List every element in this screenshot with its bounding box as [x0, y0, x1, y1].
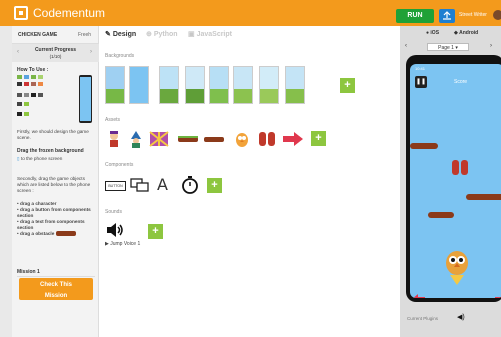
background-thumbnail[interactable]: [185, 66, 205, 104]
background-thumbnail[interactable]: [259, 66, 279, 104]
chicken-asset-icon[interactable]: [233, 130, 251, 148]
chat-component-icon[interactable]: [129, 176, 151, 194]
platform-asset-icon[interactable]: [177, 130, 199, 148]
divider: [17, 276, 95, 277]
components-label: Components: [105, 162, 134, 168]
platform-switcher: ● iOS ◆ Android: [400, 27, 501, 39]
progress-row: ‹ Current Progress (1/10) ›: [12, 44, 99, 62]
progress-count: (1/10): [49, 54, 62, 59]
background-thumbnail[interactable]: [209, 66, 229, 104]
obstacle-asset-icon[interactable]: [203, 130, 225, 148]
background-thumbnail[interactable]: [233, 66, 253, 104]
score-label: Score: [454, 79, 468, 85]
background-thumbnail[interactable]: [285, 66, 305, 104]
chevron-down-icon: ▾: [455, 45, 458, 51]
character-asset-icon[interactable]: [105, 130, 123, 148]
mission-label: Mission 1: [17, 269, 40, 275]
sounds-label: Sounds: [105, 209, 122, 215]
python-icon: ⊕: [146, 31, 152, 38]
pause-icon[interactable]: ❚❚: [415, 76, 427, 88]
platform[interactable]: [466, 194, 501, 200]
step2-list: • drag a character • drag a button from …: [17, 201, 97, 237]
add-component-button[interactable]: +: [207, 178, 222, 193]
tab-design[interactable]: ✎ Design: [105, 30, 136, 38]
android-option[interactable]: ◆ Android: [454, 30, 478, 36]
how-to-phone-icon: [79, 75, 92, 123]
tab-chicken-game[interactable]: CHICKEN GAME: [18, 32, 57, 38]
arrow-right-control-icon[interactable]: [494, 294, 501, 298]
assets-label: Assets: [105, 117, 121, 123]
current-plugins-label: Current Plugins: [407, 316, 439, 321]
preview-panel: ● iOS ◆ Android ‹ Page 1 ▾ › 10:41 ❚❚ Sc…: [400, 26, 501, 337]
background-thumbnail[interactable]: [105, 66, 125, 104]
add-asset-button[interactable]: +: [311, 131, 326, 146]
arrow-asset-icon[interactable]: [282, 130, 304, 148]
list-item: • drag a obstacle: [17, 231, 97, 237]
step1-title: Drag the frozen background: [17, 148, 84, 154]
top-bar: Codementum RUN Street Writer: [0, 0, 501, 26]
add-sound-button[interactable]: +: [148, 224, 163, 239]
backgrounds-label: Backgrounds: [105, 53, 135, 59]
list-item: • drag a button from components section: [17, 207, 91, 218]
step2-intro: Secondly, drag the game objects which ar…: [17, 176, 91, 193]
speaker-icon[interactable]: [105, 222, 125, 238]
chevron-right-icon[interactable]: ›: [490, 43, 492, 49]
page-select[interactable]: Page 1 ▾: [427, 43, 469, 51]
upload-icon: [443, 11, 451, 20]
platform[interactable]: [428, 212, 454, 218]
codementum-logo-icon: [14, 6, 28, 20]
chevron-left-icon[interactable]: ‹: [405, 43, 407, 49]
intro-text: Firstly, we should design the game scene…: [17, 129, 89, 140]
background-thumbnail[interactable]: [129, 66, 149, 104]
step1-rest: to the phone screen: [20, 156, 63, 161]
page-selector-row: ‹ Page 1 ▾ ›: [400, 41, 501, 53]
phone-screen[interactable]: 10:41 ❚❚ Score: [410, 64, 501, 298]
apple-icon: ●: [426, 30, 430, 36]
timer-component-icon[interactable]: [181, 176, 199, 194]
design-icon: ✎: [105, 31, 111, 38]
list-item: • drag a text from components section: [17, 219, 85, 230]
avatar[interactable]: [493, 10, 501, 20]
background-thumbnail[interactable]: [159, 66, 179, 104]
platform[interactable]: [410, 143, 438, 149]
instructions-panel: CHICKEN GAME Freeh ‹ Current Progress (1…: [12, 26, 99, 337]
text-component-icon[interactable]: A: [157, 176, 171, 194]
how-to-illustration: [17, 75, 75, 135]
user-name[interactable]: Street Writer: [459, 12, 487, 18]
jetpack-asset-icon[interactable]: [257, 130, 277, 148]
android-icon: ◆: [454, 30, 458, 36]
tab-free[interactable]: Freeh: [78, 32, 91, 38]
left-panel-tabs: CHICKEN GAME Freeh: [12, 26, 98, 44]
background-chip-icon: ▯: [17, 156, 20, 161]
chevron-right-icon[interactable]: ›: [90, 49, 92, 55]
javascript-icon: ▣: [188, 31, 195, 38]
button-component-icon[interactable]: BUTTON: [105, 176, 126, 194]
upload-button[interactable]: [439, 9, 455, 23]
sound-item-label: ▶ Jump Voice 1: [105, 241, 141, 247]
tab-python[interactable]: ⊕ Python: [146, 30, 178, 38]
arrow-left-control-icon[interactable]: [410, 294, 426, 298]
how-to-label: How To Use :: [17, 67, 49, 73]
speaker-plugin-icon[interactable]: ◀): [457, 313, 465, 321]
add-background-button[interactable]: +: [340, 78, 355, 93]
editor-tabs: ✎ Design ⊕ Python ▣ JavaScript: [99, 26, 400, 42]
jetpack-icon[interactable]: [450, 159, 470, 177]
progress-title: Current Progress: [34, 47, 77, 53]
run-button[interactable]: RUN: [396, 9, 434, 23]
ios-option[interactable]: ● iOS: [426, 30, 439, 36]
obstacle-chip-icon: [55, 231, 76, 237]
step1-text: ▯ to the phone screen: [17, 156, 97, 162]
wizard-asset-icon[interactable]: [127, 130, 145, 148]
chicken-character-icon[interactable]: [444, 249, 470, 285]
design-area: ✎ Design ⊕ Python ▣ JavaScript Backgroun…: [99, 26, 400, 337]
pattern-asset-icon[interactable]: [149, 130, 169, 148]
status-time: 10:41: [415, 66, 426, 71]
check-mission-button[interactable]: Check This Mission: [19, 278, 93, 300]
phone-preview: 10:41 ❚❚ Score: [406, 55, 501, 302]
tab-javascript[interactable]: ▣ JavaScript: [188, 30, 232, 38]
app-title: Codementum: [33, 6, 106, 20]
